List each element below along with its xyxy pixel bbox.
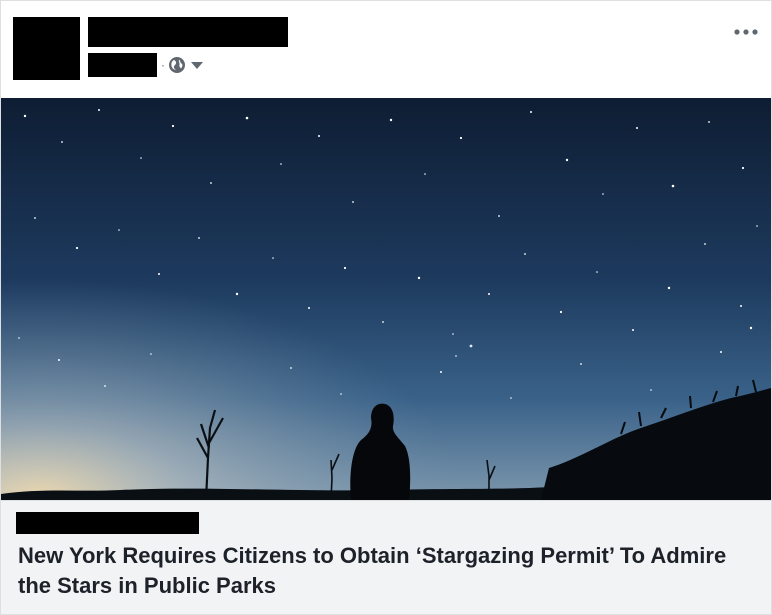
night-sky-photo	[1, 98, 771, 500]
more-options-icon	[734, 29, 758, 35]
feed-post: · New York Requires Citizens to Obtain ‘…	[0, 0, 772, 615]
globe-icon[interactable]	[168, 56, 186, 74]
more-options-button[interactable]	[733, 23, 759, 41]
link-headline[interactable]: New York Requires Citizens to Obtain ‘St…	[18, 541, 758, 601]
post-header: ·	[1, 1, 771, 97]
timestamp-redacted[interactable]	[88, 53, 157, 77]
link-preview-card[interactable]: New York Requires Citizens to Obtain ‘St…	[1, 500, 771, 614]
caret-down-icon[interactable]	[190, 60, 204, 70]
post-meta: ·	[88, 53, 204, 77]
link-preview-image[interactable]	[1, 98, 771, 500]
meta-separator: ·	[161, 58, 165, 72]
author-name-redacted[interactable]	[88, 17, 288, 47]
source-domain-redacted	[16, 512, 199, 534]
avatar-redacted[interactable]	[13, 17, 80, 80]
